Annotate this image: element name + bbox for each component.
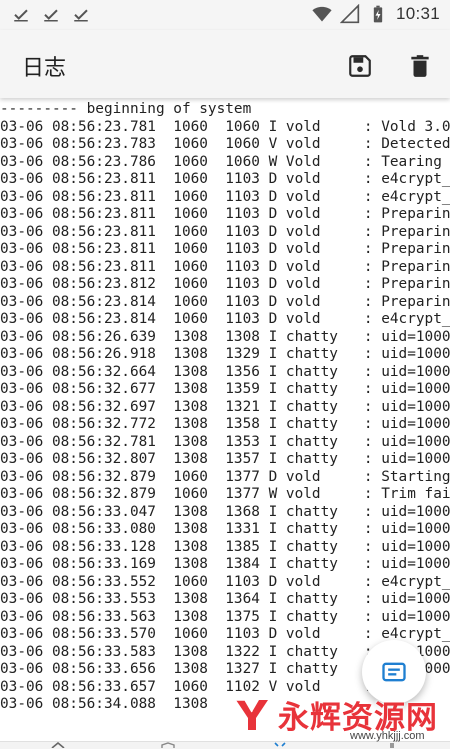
save-button[interactable] — [346, 52, 374, 80]
log-line: 03-06 08:56:23.811 1060 1103 D vold : Pr… — [0, 223, 450, 240]
watermark: 永辉资源网 www.yhkjjj.com — [226, 688, 450, 744]
log-line: 03-06 08:56:32.664 1308 1356 I chatty : … — [0, 363, 450, 380]
log-line: 03-06 08:56:32.772 1308 1358 I chatty : … — [0, 416, 450, 432]
log-line: --------- beginning of system — [0, 101, 252, 117]
log-line: 03-06 08:56:33.553 1308 1364 I chatty : … — [0, 591, 450, 607]
wifi-icon — [312, 6, 332, 22]
log-line: 03-06 08:56:33.128 1308 1385 I chatty : … — [0, 538, 450, 555]
log-line: 03-06 08:56:23.783 1060 1060 V vold : De… — [0, 136, 450, 152]
log-line: 03-06 08:56:23.781 1060 1060 I vold : Vo… — [0, 118, 450, 135]
notification-icons — [12, 5, 90, 23]
battery-icon — [373, 5, 383, 23]
log-line: 03-06 08:56:33.080 1308 1331 I chatty : … — [0, 521, 450, 537]
app-bar: 日志 — [0, 30, 450, 98]
log-line: 03-06 08:56:26.639 1308 1308 I chatty : … — [0, 328, 450, 345]
log-line: 03-06 08:56:23.814 1060 1103 D vold : e4… — [0, 311, 450, 327]
check-icon — [14, 9, 28, 22]
save-icon — [349, 55, 371, 77]
log-line: 03-06 08:56:33.047 1308 1368 I chatty : … — [0, 503, 450, 520]
log-line: 03-06 08:56:26.918 1308 1329 I chatty : … — [0, 346, 450, 362]
log-line: 03-06 08:56:33.552 1060 1103 D vold : e4… — [0, 573, 450, 590]
clock: 10:31 — [395, 4, 440, 23]
status-bar: 10:31 — [0, 0, 450, 30]
signal-icon — [339, 4, 360, 24]
log-line: 03-06 08:56:34.088 1308 — [0, 696, 208, 712]
log-line: 03-06 08:56:33.563 1308 1375 I chatty : … — [0, 608, 450, 625]
log-line: 03-06 08:56:23.811 1060 1103 D vold : e4… — [0, 188, 450, 205]
system-icons: 10:31 — [312, 4, 440, 24]
log-line: 03-06 08:56:32.781 1308 1353 I chatty : … — [0, 433, 450, 450]
delete-button[interactable] — [406, 52, 434, 80]
log-line: 03-06 08:56:32.677 1308 1359 I chatty : … — [0, 381, 450, 397]
log-line: 03-06 08:56:23.786 1060 1060 W Vold : Te… — [0, 153, 450, 170]
log-line: 03-06 08:56:23.811 1060 1103 D vold : e4… — [0, 171, 450, 187]
log-line: 03-06 08:56:32.697 1308 1321 I chatty : … — [0, 398, 450, 415]
check-icon — [44, 9, 58, 22]
home-icon[interactable] — [50, 742, 66, 748]
document-icon — [382, 662, 406, 682]
log-line: 03-06 08:56:23.811 1060 1103 D vold : Pr… — [0, 206, 450, 222]
log-line: 03-06 08:56:32.879 1060 1377 D vold : St… — [0, 468, 450, 485]
page-title: 日志 — [22, 56, 67, 81]
log-line: 03-06 08:56:23.814 1060 1103 D vold : Pr… — [0, 293, 450, 310]
shield-icon[interactable] — [160, 742, 176, 748]
log-line: 03-06 08:56:32.879 1060 1377 W vold : Tr… — [0, 486, 450, 502]
delete-icon — [411, 55, 429, 77]
log-line: 03-06 08:56:33.169 1308 1384 I chatty : … — [0, 556, 450, 572]
log-line: 03-06 08:56:23.811 1060 1103 D vold : Pr… — [0, 241, 450, 257]
watermark-url: www.yhkjjj.com — [350, 730, 425, 742]
log-line: 03-06 08:56:23.811 1060 1103 D vold : Pr… — [0, 258, 450, 275]
log-line: 03-06 08:56:32.807 1308 1357 I chatty : … — [0, 451, 450, 467]
watermark-logo-icon — [236, 699, 268, 730]
check-icon — [74, 9, 88, 22]
log-line: 03-06 08:56:23.812 1060 1103 D vold : Pr… — [0, 276, 450, 292]
